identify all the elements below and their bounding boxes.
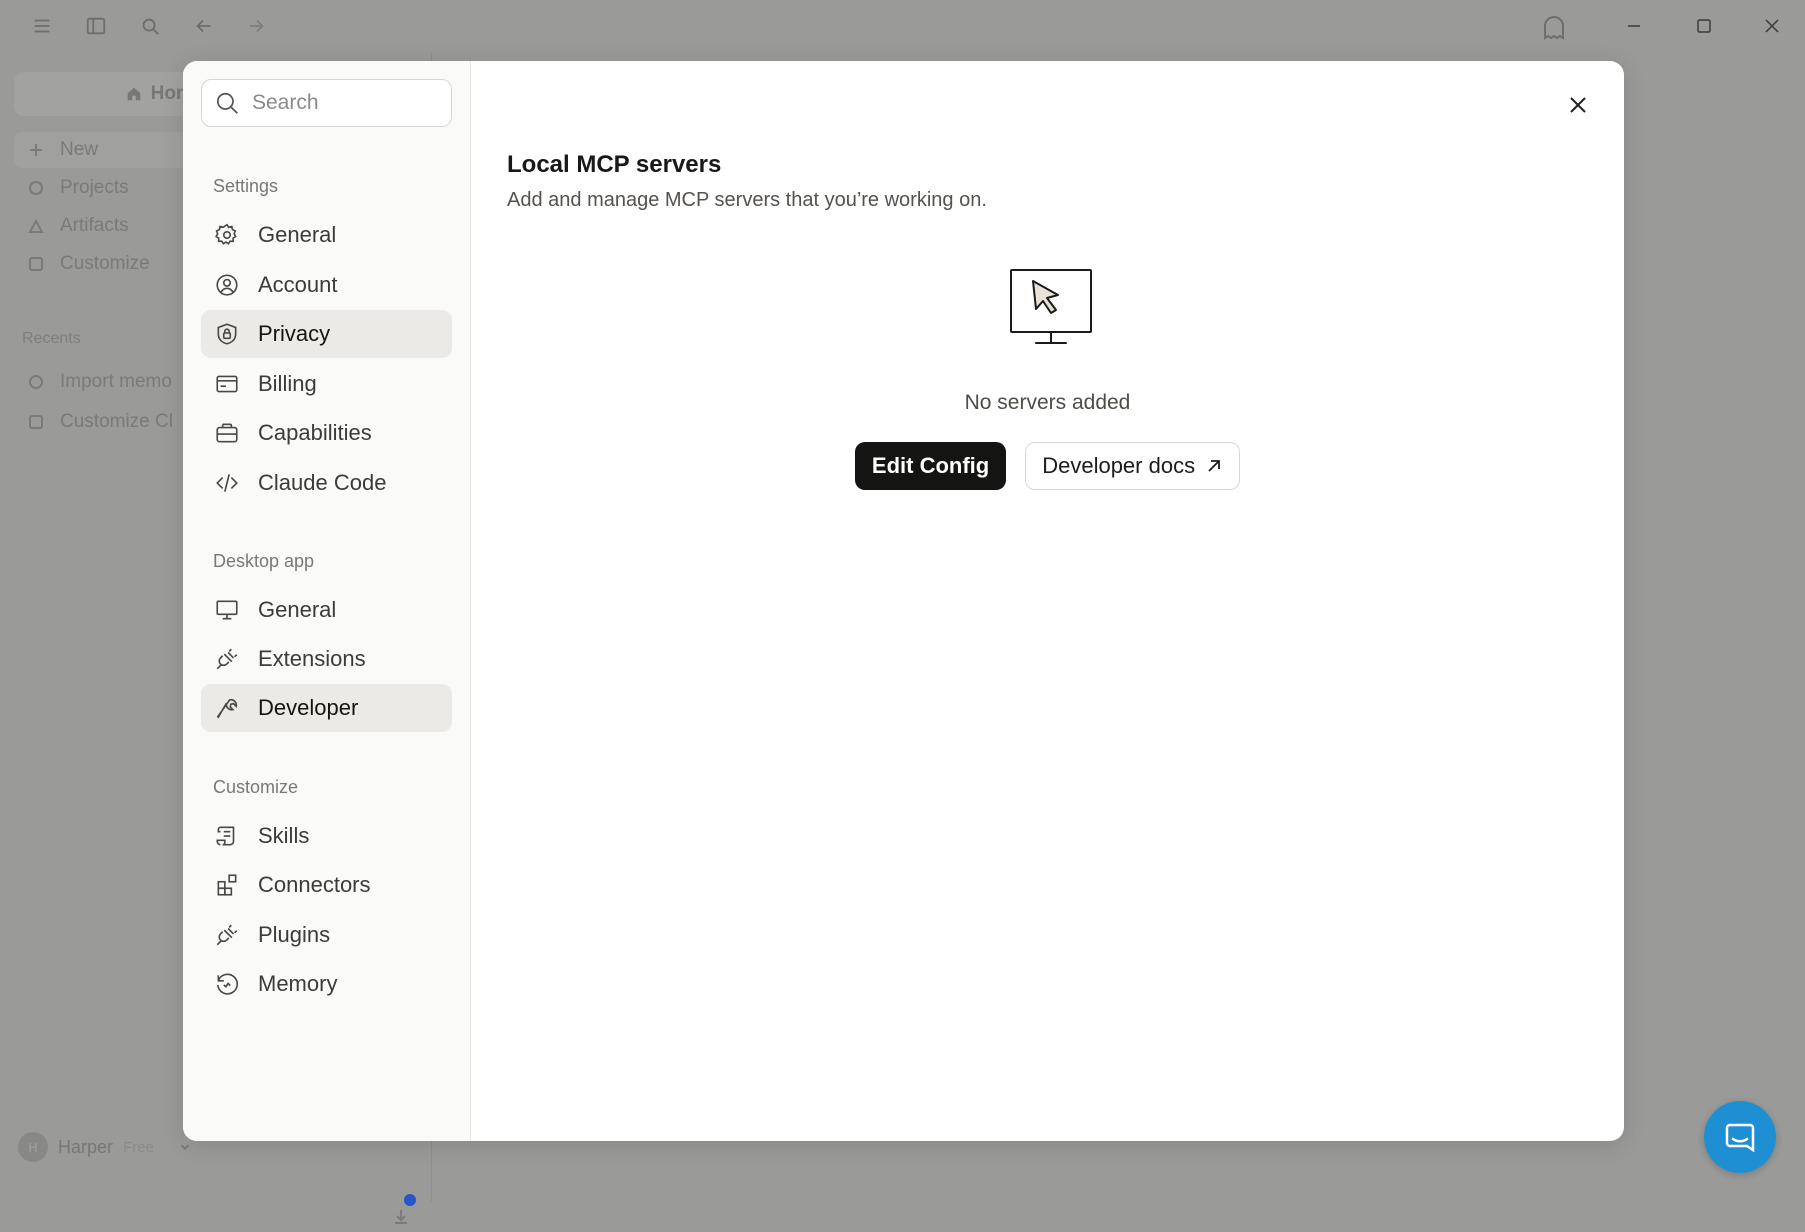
user-name: Harper: [58, 1136, 114, 1157]
customize-icon: [29, 257, 43, 271]
scroll-icon: [216, 826, 235, 846]
nav-item-label: Account: [258, 272, 338, 297]
recent-chat-label: Import memo: [60, 371, 172, 392]
nav-item-label: Connectors: [258, 872, 371, 897]
credit-card-icon: [216, 375, 238, 393]
section-title: Local MCP servers: [507, 151, 722, 178]
sidebar-item-label: Artifacts: [60, 215, 129, 236]
monitor-icon: [216, 600, 238, 620]
chat-icon: [29, 415, 43, 429]
plug-icon: [216, 924, 238, 946]
monitor-cursor-icon: [1010, 269, 1092, 344]
shield-lock-icon: [217, 323, 237, 345]
search-icon: [216, 92, 238, 114]
title-bar: [0, 0, 1805, 52]
minimize-icon[interactable]: [1614, 10, 1654, 42]
developer-docs-label: Developer docs: [1042, 453, 1196, 478]
sidebar-item-label: New: [60, 139, 99, 160]
nav-item-label: General: [258, 597, 337, 622]
nav-item-memory[interactable]: Memory: [201, 960, 452, 1008]
empty-state-text: No servers added: [964, 391, 1131, 414]
action-buttons: Edit Config Developer docs: [471, 442, 1624, 490]
window-close-icon[interactable]: [1752, 10, 1792, 42]
recent-chat-label: Customize Cl: [60, 411, 173, 432]
nav-item-label: General: [258, 222, 337, 247]
nav-item-label: Privacy: [258, 321, 331, 346]
chat-bubble-icon: [1725, 1123, 1755, 1153]
nav-item-label: Capabilities: [258, 420, 372, 445]
group-label-customize: Customize: [213, 777, 299, 797]
nav-item-plugins[interactable]: Plugins: [201, 911, 452, 959]
maximize-icon[interactable]: [1684, 10, 1724, 42]
edit-config-button[interactable]: Edit Config: [854, 442, 1007, 490]
nav-item-privacy[interactable]: Privacy: [201, 310, 452, 358]
nav-item-capabilities[interactable]: Capabilities: [201, 409, 452, 457]
forward-arrow-icon[interactable]: [242, 12, 270, 40]
user-menu[interactable]: H Harper Free: [18, 1132, 192, 1162]
settings-search[interactable]: [201, 79, 452, 127]
sidebar-item-label: Customize: [60, 253, 150, 274]
user-circle-icon: [216, 274, 238, 296]
briefcase-icon: [216, 423, 238, 443]
recents-label: Recents: [22, 330, 81, 347]
settings-modal: Settings General Account Privacy Billing…: [183, 61, 1624, 1141]
group-label-desktop-app: Desktop app: [213, 551, 315, 571]
group-label-settings: Settings: [213, 176, 279, 196]
memory-icon: [216, 973, 238, 995]
nav-item-skills[interactable]: Skills: [201, 812, 452, 860]
support-chat-button[interactable]: [1704, 1101, 1776, 1173]
artifacts-icon: [28, 218, 44, 233]
nav-item-claude-code[interactable]: Claude Code: [201, 459, 452, 507]
plug-icon: [216, 648, 238, 670]
nav-item-extensions[interactable]: Extensions: [201, 635, 452, 683]
download-icon: [395, 1210, 407, 1224]
nav-item-billing[interactable]: Billing: [201, 360, 452, 408]
folder-icon: [29, 181, 43, 195]
settings-sidebar: Settings General Account Privacy Billing…: [183, 61, 471, 1141]
chat-icon: [29, 375, 43, 389]
back-arrow-icon[interactable]: [190, 12, 218, 40]
search-input[interactable]: [252, 91, 432, 115]
plus-icon: [30, 144, 42, 156]
code-icon: [216, 474, 238, 492]
nav-item-label: Skills: [258, 823, 310, 848]
avatar: H: [18, 1132, 48, 1162]
nav-item-label: Billing: [258, 371, 317, 396]
developer-settings-panel: Local MCP servers Add and manage MCP ser…: [471, 61, 1624, 1141]
download-button[interactable]: [384, 1194, 418, 1232]
menu-icon[interactable]: [28, 12, 56, 40]
nav-item-developer[interactable]: Developer: [201, 684, 452, 732]
nav-item-label: Memory: [258, 971, 338, 996]
notification-dot: [404, 1194, 416, 1206]
nav-item-label: Plugins: [258, 922, 331, 947]
developer-docs-button[interactable]: Developer docs: [1025, 442, 1241, 490]
user-plan: Free: [123, 1138, 154, 1156]
sidebar-toggle-icon[interactable]: [82, 12, 110, 40]
nav-item-connectors[interactable]: Connectors: [201, 861, 452, 909]
wrench-icon: [216, 698, 238, 719]
ghost-mode-icon[interactable]: [1538, 12, 1570, 44]
gear-icon: [215, 223, 237, 245]
nav-item-general[interactable]: General: [201, 211, 452, 259]
sidebar-item-label: Projects: [60, 177, 129, 198]
nav-item-account[interactable]: Account: [201, 261, 452, 309]
chevron-down-icon: [180, 1144, 189, 1150]
external-link-arrow-icon: [1208, 460, 1220, 472]
nav-item-label: Developer: [258, 695, 359, 720]
nav-item-label: Claude Code: [258, 470, 387, 495]
section-subtitle: Add and manage MCP servers that you’re w…: [507, 189, 987, 211]
nav-item-desktop-general[interactable]: General: [201, 586, 452, 634]
home-icon: [127, 87, 140, 101]
nav-item-label: Extensions: [258, 646, 366, 671]
search-icon[interactable]: [136, 12, 164, 40]
grid-plus-icon: [217, 874, 237, 896]
